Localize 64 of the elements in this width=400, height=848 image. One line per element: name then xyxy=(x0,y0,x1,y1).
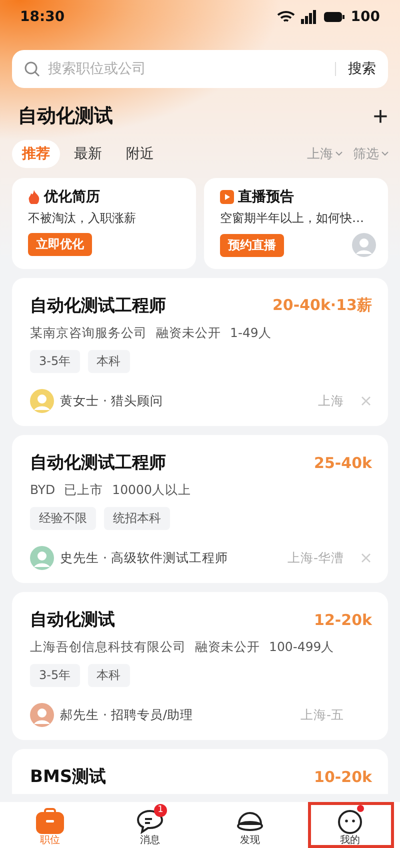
job-title: 自动化测试工程师 xyxy=(30,452,166,474)
job-tag: 统招本科 xyxy=(104,507,170,530)
job-tag: 3-5年 xyxy=(30,350,80,373)
status-time: 18:30 xyxy=(20,9,65,25)
play-icon xyxy=(220,190,234,204)
job-tag: 经验不限 xyxy=(30,507,96,530)
company-info: BYD xyxy=(30,482,56,499)
page-title: 自动化测试 xyxy=(18,104,113,129)
job-card[interactable]: 自动化测试工程师 25-40k BYD 已上市 10000人以上 经验不限 统招本科 史先生 · 高级软件测试工程师 上海-华漕 xyxy=(12,435,388,583)
unread-badge: 1 xyxy=(154,804,167,817)
filter-tab[interactable]: 附近 xyxy=(116,140,164,168)
nav-item[interactable]: 发现 xyxy=(240,835,260,847)
job-location: 上海-华漕 xyxy=(287,550,344,566)
company-info: 10000人以上 xyxy=(112,482,191,499)
salary: 20-40k·13薪 xyxy=(272,296,372,315)
recruiter-name: 郝先生 · 招聘专员/助理 xyxy=(60,706,194,724)
search-field[interactable]: 搜索职位或公司 搜索 xyxy=(12,50,388,88)
avatar-icon xyxy=(352,233,376,257)
job-card[interactable]: BMS测试 10-20k xyxy=(12,749,388,794)
caret-icon xyxy=(335,151,343,157)
job-card[interactable]: 自动化测试 12-20k 上海吾创信息科技有限公司 融资未公开 100-499人 3-5年 本科 郝先生 · 招聘专员/助理 上海-五 xyxy=(12,592,388,740)
nav-item[interactable]: 消息 xyxy=(140,835,160,847)
close-icon[interactable] xyxy=(360,395,372,407)
company-info: 1-49人 xyxy=(230,325,272,342)
salary: 25-40k xyxy=(314,454,372,472)
job-tag: 本科 xyxy=(88,350,130,373)
job-card[interactable]: 自动化测试工程师 20-40k·13薪 某南京咨询服务公司 融资未公开 1-49人 3-5年 本科 黄女士 · 猎头顾问 上海 xyxy=(12,278,388,426)
wifi-icon xyxy=(276,10,295,24)
nav-item[interactable]: 我的 xyxy=(340,835,360,847)
promo-title: 直播预告 xyxy=(238,188,294,206)
company-info: 上海吾创信息科技有限公司 xyxy=(30,639,186,656)
battery-level: 100 xyxy=(350,9,380,25)
company-info: 某南京咨询服务公司 xyxy=(30,325,147,342)
job-location: 上海-五 xyxy=(300,706,344,724)
promo-subtitle: 不被淘汰，入职涨薪 xyxy=(28,210,137,227)
company-info: 100-499人 xyxy=(269,639,334,656)
promo-subtitle: 空窗期半年以上，如何快… xyxy=(220,210,365,227)
add-button[interactable]: + xyxy=(372,103,388,129)
search-icon xyxy=(24,61,40,77)
close-icon[interactable] xyxy=(360,552,372,564)
promo-card[interactable]: 优化简历 不被淘汰，入职涨薪 立即优化 xyxy=(12,178,196,269)
job-title: 自动化测试 xyxy=(30,609,115,631)
filter-tab[interactable]: 最新 xyxy=(64,140,112,168)
company-info: 融资未公开 xyxy=(195,639,260,656)
promo-title: 优化简历 xyxy=(44,188,100,206)
job-location: 上海 xyxy=(318,392,344,410)
briefcase-icon xyxy=(36,808,64,834)
signal-icon xyxy=(300,10,317,24)
job-tag: 3-5年 xyxy=(30,664,80,687)
face-icon xyxy=(336,808,364,834)
job-title: BMS测试 xyxy=(30,766,106,788)
search-button[interactable]: 搜索 xyxy=(348,56,376,82)
salary: 10-20k xyxy=(314,768,372,786)
promo-card[interactable]: 直播预告 空窗期半年以上，如何快… 预约直播 xyxy=(204,178,388,269)
company-info: 已上市 xyxy=(64,482,104,499)
company-info: 融资未公开 xyxy=(156,325,221,342)
job-title: 自动化测试工程师 xyxy=(30,295,166,317)
flame-icon xyxy=(28,190,40,204)
caret-icon xyxy=(381,151,389,157)
job-tag: 本科 xyxy=(88,664,130,687)
battery-icon xyxy=(322,11,345,23)
salary: 12-20k xyxy=(314,610,372,628)
recruiter-name: 史先生 · 高级软件测试工程师 xyxy=(60,550,229,566)
recruiter-name: 黄女士 · 猎头顾问 xyxy=(60,392,164,410)
